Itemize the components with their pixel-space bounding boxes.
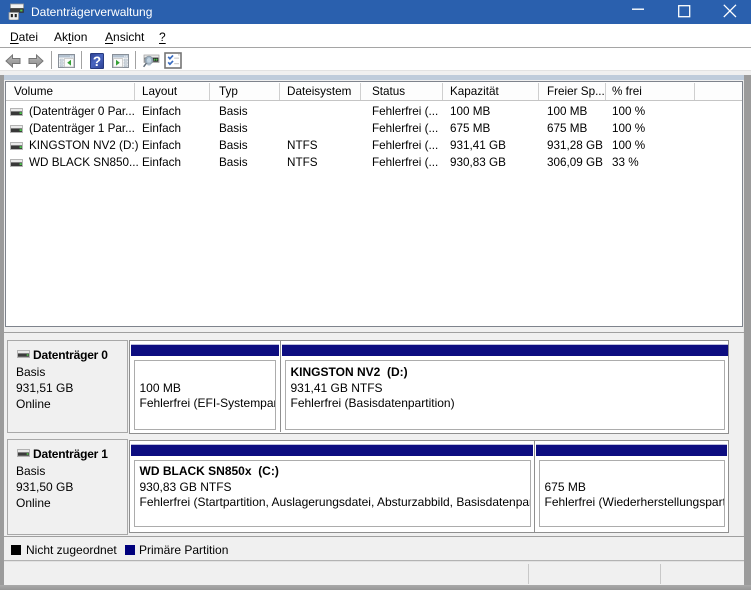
svg-text:?: ? (93, 54, 101, 69)
